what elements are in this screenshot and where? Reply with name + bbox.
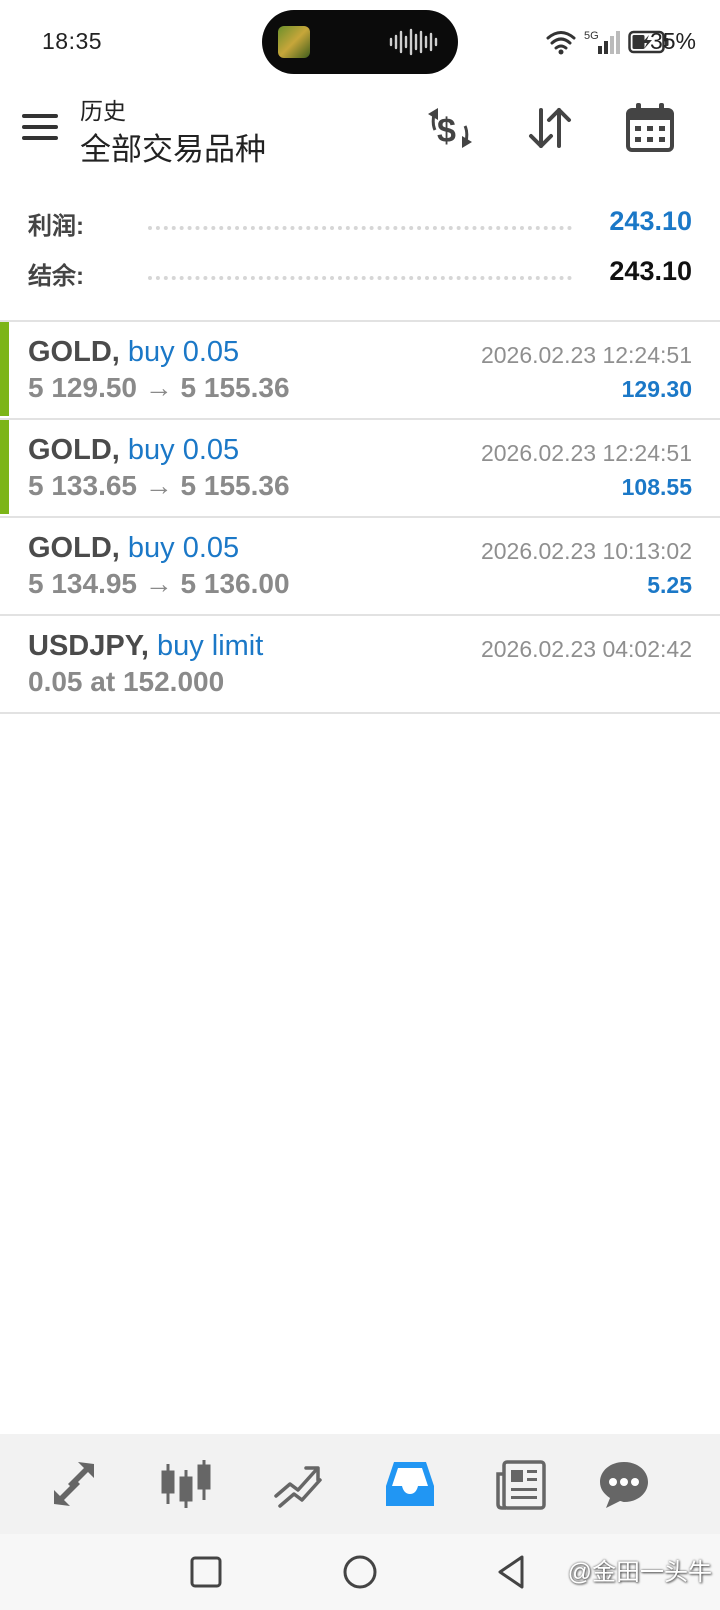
trade-time: 2026.02.23 12:24:51 [480,440,692,466]
trade-symbol: GOLD, [28,532,120,564]
header-subtitle: 历史 [80,98,126,124]
divider [0,712,720,714]
balance-row: 结余: 243.10 [28,252,692,292]
trade-type: buy limit [156,630,264,662]
trade-prices: 0.05 at 152.000 [28,666,225,697]
quotes-icon[interactable] [46,1456,102,1512]
home-icon[interactable] [340,1552,380,1592]
bottom-nav [0,1434,720,1534]
trade-title: GOLD, buy 0.05 [28,336,239,369]
trade-row[interactable]: GOLD, buy 0.05 5 129.50 → 5 155.36 2026.… [0,322,720,416]
trade-profit: 129.30 [621,376,692,402]
trade-icon[interactable] [270,1456,326,1512]
hamburger-menu-icon[interactable] [22,114,58,144]
trade-type: buy 0.05 [127,336,240,368]
trade-time: 2026.02.23 12:24:51 [480,342,692,368]
chart-icon[interactable] [158,1456,214,1512]
trade-title: GOLD, buy 0.05 [28,434,239,467]
app-header: 历史 全部交易品种 $ [0,84,720,196]
trade-time: 2026.02.23 04:02:42 [480,636,692,662]
trade-prices: 5 134.95 → 5 136.00 [28,568,290,599]
history-icon[interactable] [382,1456,438,1512]
trade-row[interactable]: GOLD, buy 0.05 5 133.65 → 5 155.36 2026.… [0,420,720,514]
summary-panel: 利润: 243.10 结余: 243.10 [0,200,720,312]
back-icon[interactable] [492,1552,532,1592]
trade-prices: 5 133.65 → 5 155.36 [28,470,290,501]
profit-label: 利润: [28,213,84,240]
balance-label: 结余: [28,263,84,290]
profit-value: 243.10 [609,206,692,236]
trade-prices: 5 129.50 → 5 155.36 [28,372,290,403]
news-icon[interactable] [494,1456,550,1512]
trade-type: buy 0.05 [127,532,240,564]
balance-value: 243.10 [609,256,692,286]
status-bar: 18:35 5G 35% [0,0,720,84]
svg-text:$: $ [437,112,456,150]
calendar-icon[interactable] [622,100,678,156]
audio-wave-icon [389,28,438,56]
row-accent [0,322,9,416]
trade-title: USDJPY, buy limit [28,630,263,663]
order-row[interactable]: USDJPY, buy limit 0.05 at 152.000 2026.0… [0,616,720,710]
recents-icon[interactable] [186,1552,226,1592]
battery-percent: 35% [649,28,696,54]
dotted-leader [148,276,572,280]
wifi-icon [546,31,576,55]
trade-row[interactable]: GOLD, buy 0.05 5 134.95 → 5 136.00 2026.… [0,518,720,612]
status-time: 18:35 [42,28,103,54]
profit-row: 利润: 243.10 [28,202,692,242]
network-type: 5G [584,30,599,42]
trade-profit: 5.25 [647,572,692,598]
trade-title: GOLD, buy 0.05 [28,532,239,565]
header-title[interactable]: 全部交易品种 [80,124,266,169]
app-thumbnail-icon [278,26,310,58]
trade-symbol: USDJPY, [28,630,149,662]
signal-icon: 5G [584,30,620,54]
trade-symbol: GOLD, [28,434,120,466]
dynamic-island[interactable] [262,10,458,74]
trade-profit: 108.55 [621,474,692,500]
trade-time: 2026.02.23 10:13:02 [480,538,692,564]
trade-type: buy 0.05 [127,434,240,466]
sort-icon[interactable] [522,100,578,156]
trade-symbol: GOLD, [28,336,120,368]
chat-icon[interactable] [596,1456,652,1512]
row-accent [0,420,9,514]
watermark: @金田一头牛 [567,1559,712,1586]
dotted-leader [148,226,572,230]
system-nav: @金田一头牛 [0,1534,720,1610]
currency-exchange-icon[interactable]: $ [422,100,478,156]
